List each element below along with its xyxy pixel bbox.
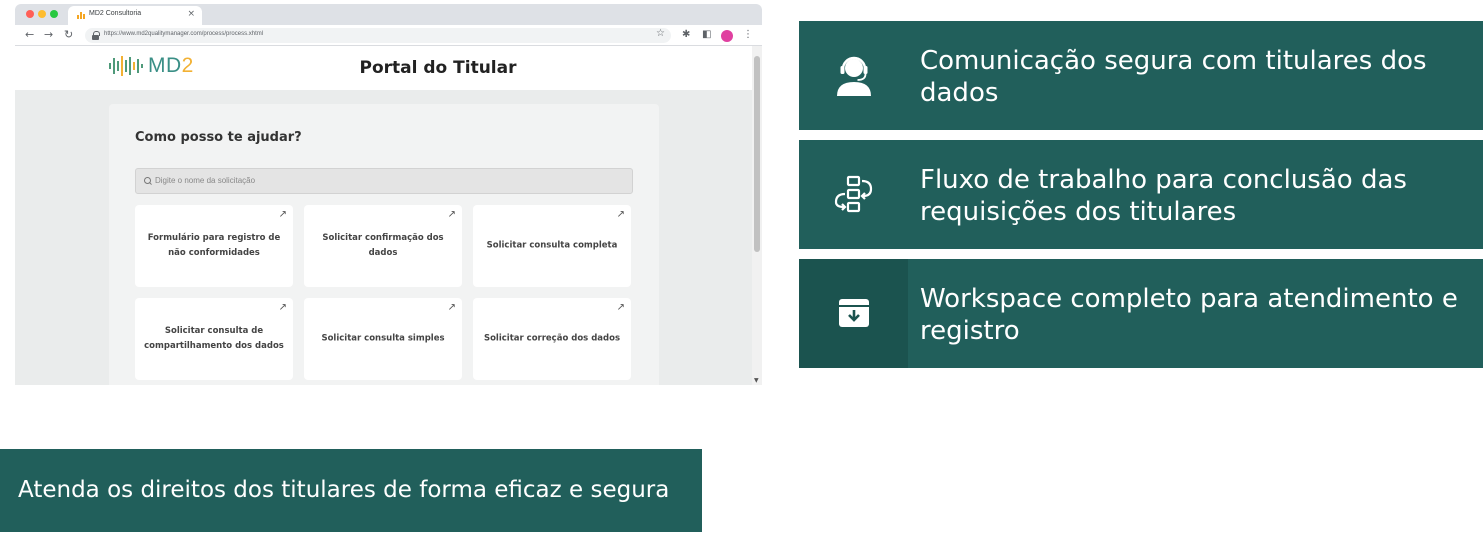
feature-icon-cell (799, 21, 908, 130)
external-arrow-icon: ↗ (447, 302, 456, 313)
logo-bars-icon (109, 55, 145, 77)
url-text: https://www.md2qualitymanager.com/proces… (104, 31, 264, 37)
extensions-icon[interactable]: ✱ (682, 29, 690, 41)
side-panel-icon[interactable]: ◧ (702, 29, 711, 41)
tagline-banner: Atenda os direitos dos titulares de form… (0, 449, 702, 532)
tab-close-icon[interactable]: × (187, 9, 195, 19)
page-scrollbar[interactable]: ▼ (752, 46, 762, 385)
request-card-label: Solicitar correção dos dados (483, 333, 621, 344)
browser-window: MD2 Consultoria × ← → ↻ https://www.md2q… (15, 4, 762, 385)
scrollbar-thumb[interactable] (754, 56, 760, 252)
external-arrow-icon: ↗ (616, 302, 625, 313)
request-card-label: Solicitar confirmação dos dados (322, 233, 444, 258)
feature-text: Comunicação segura com titulares dos dad… (920, 46, 1427, 108)
request-card[interactable]: ↗ Solicitar confirmação dos dados (304, 205, 462, 287)
forward-icon[interactable]: → (44, 28, 53, 42)
site-header: MD2 Portal do Titular (15, 46, 752, 90)
page-title: Portal do Titular (359, 58, 517, 78)
request-card-label: Solicitar consulta completa (486, 240, 618, 251)
feature-text: Fluxo de trabalho para conclusão das req… (920, 165, 1407, 227)
help-heading: Como posso te ajudar? (135, 130, 302, 145)
request-card[interactable]: ↗ Solicitar consulta completa (473, 205, 631, 287)
window-minimize-dot[interactable] (38, 10, 46, 18)
tab-strip: MD2 Consultoria × (15, 4, 762, 25)
browser-toolbar: ← → ↻ https://www.md2qualitymanager.com/… (15, 25, 762, 46)
address-bar[interactable]: https://www.md2qualitymanager.com/proces… (85, 28, 671, 43)
external-arrow-icon: ↗ (616, 209, 625, 220)
feature-icon-cell (799, 259, 908, 368)
tagline-text: Atenda os direitos dos titulares de form… (18, 477, 670, 503)
request-card-label: Formulário para registro de não conformi… (147, 233, 281, 258)
bookmark-star-icon[interactable]: ☆ (656, 28, 665, 39)
external-arrow-icon: ↗ (447, 209, 456, 220)
request-card-label: Solicitar consulta de compartilhamento d… (144, 326, 284, 351)
back-icon[interactable]: ← (25, 28, 34, 42)
profile-avatar[interactable] (721, 30, 733, 42)
workflow-icon (834, 175, 873, 213)
logo-text: MD2 (148, 54, 194, 77)
archive-box-icon (839, 299, 869, 327)
md2-logo[interactable]: MD2 (109, 55, 194, 77)
request-card[interactable]: ↗ Solicitar correção dos dados (473, 298, 631, 380)
feature-workspace: Workspace completo para atendimento e re… (799, 259, 1483, 368)
feature-icon-cell (799, 140, 908, 249)
request-card[interactable]: ↗ Solicitar consulta simples (304, 298, 462, 380)
search-placeholder: Digite o nome da solicitação (155, 176, 256, 185)
search-icon (144, 177, 152, 185)
scroll-down-arrow-icon[interactable]: ▼ (754, 377, 759, 384)
page-viewport: MD2 Portal do Titular Como posso te ajud… (15, 46, 752, 385)
feature-secure-communication: Comunicação segura com titulares dos dad… (799, 21, 1483, 130)
tab-title: MD2 Consultoria (89, 10, 142, 17)
lock-icon (92, 31, 100, 40)
search-input[interactable]: Digite o nome da solicitação (135, 168, 633, 194)
help-panel: Como posso te ajudar? Digite o nome da s… (109, 104, 659, 385)
reload-icon[interactable]: ↻ (64, 28, 73, 42)
request-card[interactable]: ↗ Solicitar consulta de compartilhamento… (135, 298, 293, 380)
feature-workflow: Fluxo de trabalho para conclusão das req… (799, 140, 1483, 249)
request-card-label: Solicitar consulta simples (321, 333, 445, 344)
window-maximize-dot[interactable] (50, 10, 58, 18)
browser-menu-icon[interactable]: ⋮ (743, 29, 753, 41)
headset-user-icon (837, 56, 871, 96)
external-arrow-icon: ↗ (278, 209, 287, 220)
md2-favicon-icon (77, 12, 85, 19)
window-close-dot[interactable] (26, 10, 34, 18)
browser-tab[interactable]: MD2 Consultoria × (68, 6, 202, 25)
external-arrow-icon: ↗ (278, 302, 287, 313)
request-card[interactable]: ↗ Formulário para registro de não confor… (135, 205, 293, 287)
feature-text: Workspace completo para atendimento e re… (920, 284, 1458, 346)
